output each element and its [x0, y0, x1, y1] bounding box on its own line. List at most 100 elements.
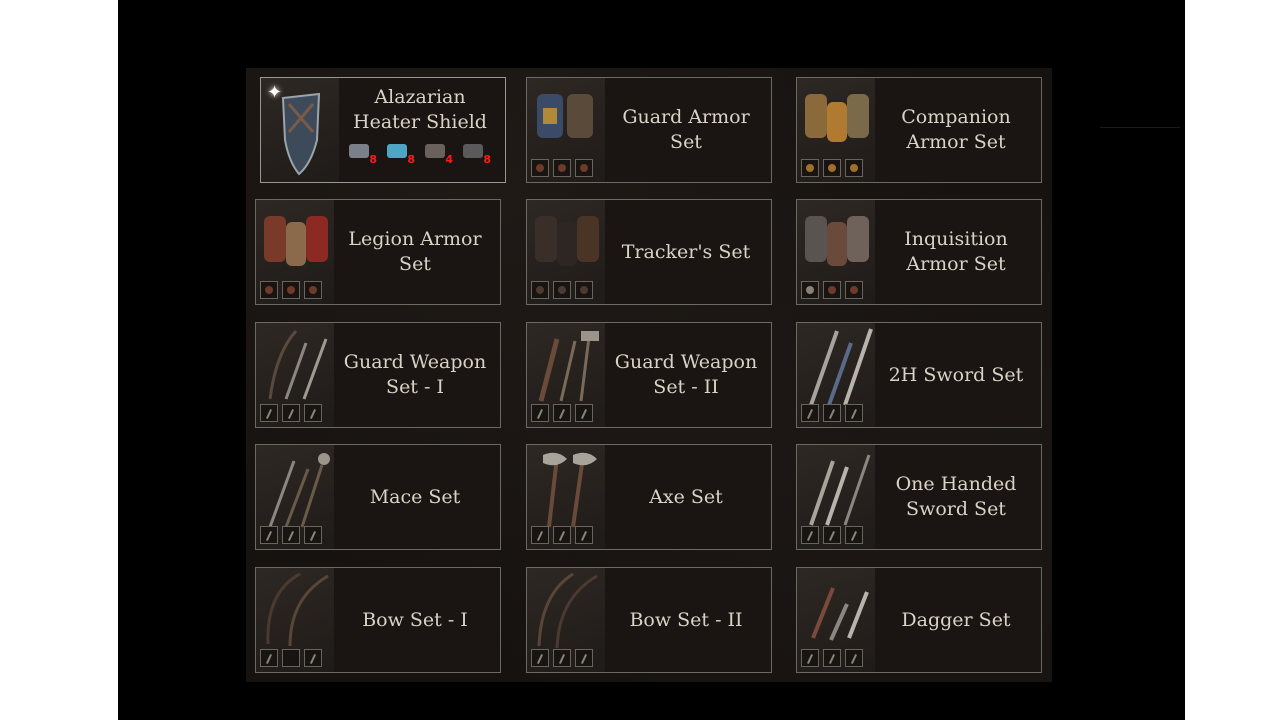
card-title: Legion Armor Set: [348, 228, 482, 275]
set-card-guard-weapon-1[interactable]: Guard Weapon Set - I: [255, 322, 501, 428]
weapon-slot-icon: [260, 404, 278, 422]
iron-shard-material: 4: [425, 142, 453, 166]
card-title: Guard Armor Set: [622, 106, 750, 153]
iron-shard-icon: [425, 144, 445, 158]
set-card-alazarian-heater-shield[interactable]: ✦ Alazarian Heater Shield 8 8 4 8: [260, 77, 506, 183]
coal-icon: [463, 144, 483, 158]
armor-slot-icon: [304, 281, 322, 299]
card-title: Inquisition Armor Set: [904, 228, 1008, 275]
card-title: Axe Set: [649, 485, 723, 508]
armor-slot-icon: [553, 281, 571, 299]
weapon-slot-icon: [823, 649, 841, 667]
weapon-slot-icon: [304, 404, 322, 422]
slot-row: [801, 159, 863, 177]
armor-slot-icon: [531, 159, 549, 177]
weapon-slot-icon: [553, 404, 571, 422]
armor-slot-icon: [575, 159, 593, 177]
armor-thumbnail: [797, 78, 875, 182]
armor-slot-icon: [823, 281, 841, 299]
set-card-guard-weapon-2[interactable]: Guard Weapon Set - II: [526, 322, 772, 428]
card-title: Alazarian Heater Shield: [353, 86, 487, 133]
armor-slot-icon: [801, 159, 819, 177]
weapon-slot-icon: [282, 404, 300, 422]
weapon-slot-icon: [823, 404, 841, 422]
card-title: One Handed Sword Set: [895, 473, 1017, 520]
set-card-companion-armor[interactable]: Companion Armor Set: [796, 77, 1042, 183]
material-count: 4: [445, 153, 453, 166]
weapon-thumbnail: [256, 445, 334, 549]
weapon-slot-icon: [282, 526, 300, 544]
weapon-slot-icon: [260, 649, 278, 667]
armor-thumbnail: [527, 200, 605, 304]
card-title: Guard Weapon Set - II: [614, 351, 758, 398]
crafting-sets-panel: ✦ Alazarian Heater Shield 8 8 4 8 Guard …: [246, 68, 1052, 682]
slot-row: [531, 649, 593, 667]
slot-row: [801, 281, 863, 299]
weapon-thumbnail: [256, 323, 334, 427]
armor-slot-icon: [801, 281, 819, 299]
weapon-slot-icon: [845, 649, 863, 667]
card-title: Bow Set - II: [629, 608, 743, 631]
armor-slot-icon: [823, 159, 841, 177]
weapon-thumbnail: [797, 568, 875, 672]
weapon-slot-icon: [282, 649, 300, 667]
armor-slot-icon: [575, 281, 593, 299]
weapon-thumbnail: [527, 323, 605, 427]
coal-material: 8: [463, 142, 491, 166]
divider-line: [1100, 127, 1180, 128]
weapon-slot-icon: [575, 649, 593, 667]
material-count: 8: [407, 153, 415, 166]
weapon-slot-icon: [575, 404, 593, 422]
weapon-slot-icon: [531, 649, 549, 667]
set-card-axe[interactable]: Axe Set: [526, 444, 772, 550]
armor-slot-icon: [282, 281, 300, 299]
armor-slot-icon: [845, 159, 863, 177]
card-title: Companion Armor Set: [901, 106, 1011, 153]
card-title: 2H Sword Set: [888, 363, 1024, 386]
weapon-slot-icon: [304, 649, 322, 667]
weapon-thumbnail: [527, 445, 605, 549]
weapon-slot-icon: [801, 404, 819, 422]
armor-slot-icon: [553, 159, 571, 177]
slot-row: [801, 404, 863, 422]
weapon-slot-icon: [845, 404, 863, 422]
card-title: Dagger Set: [901, 608, 1011, 631]
new-item-sparkle-icon: ✦: [267, 82, 283, 103]
card-title: Bow Set - I: [362, 608, 468, 631]
weapon-thumbnail: [256, 568, 334, 672]
set-card-2h-sword[interactable]: 2H Sword Set: [796, 322, 1042, 428]
slot-row: [801, 526, 863, 544]
weapon-slot-icon: [575, 526, 593, 544]
set-card-dagger[interactable]: Dagger Set: [796, 567, 1042, 673]
shield-thumbnail: ✦: [261, 78, 339, 182]
weapon-thumbnail: [797, 323, 875, 427]
ore-chunk-material: 8: [349, 142, 377, 166]
weapon-slot-icon: [553, 649, 571, 667]
material-requirements: 8 8 4 8: [349, 142, 491, 166]
weapon-slot-icon: [801, 526, 819, 544]
armor-thumbnail: [797, 200, 875, 304]
slot-row: [801, 649, 863, 667]
set-card-legion-armor[interactable]: Legion Armor Set: [255, 199, 501, 305]
set-card-bow-1[interactable]: Bow Set - I: [255, 567, 501, 673]
ore-chunk-icon: [349, 144, 369, 158]
weapon-slot-icon: [823, 526, 841, 544]
weapon-slot-icon: [845, 526, 863, 544]
set-card-guard-armor[interactable]: Guard Armor Set: [526, 77, 772, 183]
weapon-slot-icon: [260, 526, 278, 544]
weapon-slot-icon: [304, 526, 322, 544]
set-card-trackers[interactable]: Tracker's Set: [526, 199, 772, 305]
set-card-mace[interactable]: Mace Set: [255, 444, 501, 550]
card-title: Guard Weapon Set - I: [343, 351, 487, 398]
armor-thumbnail: [527, 78, 605, 182]
set-card-one-handed-sword[interactable]: One Handed Sword Set: [796, 444, 1042, 550]
slot-row: [531, 404, 593, 422]
set-card-inquisition-armor[interactable]: Inquisition Armor Set: [796, 199, 1042, 305]
slot-row: [260, 404, 322, 422]
slot-row: [531, 281, 593, 299]
slot-row: [260, 526, 322, 544]
armor-slot-icon: [531, 281, 549, 299]
crystal-ore-material: 8: [387, 142, 415, 166]
slot-row: [260, 281, 322, 299]
set-card-bow-2[interactable]: Bow Set - II: [526, 567, 772, 673]
